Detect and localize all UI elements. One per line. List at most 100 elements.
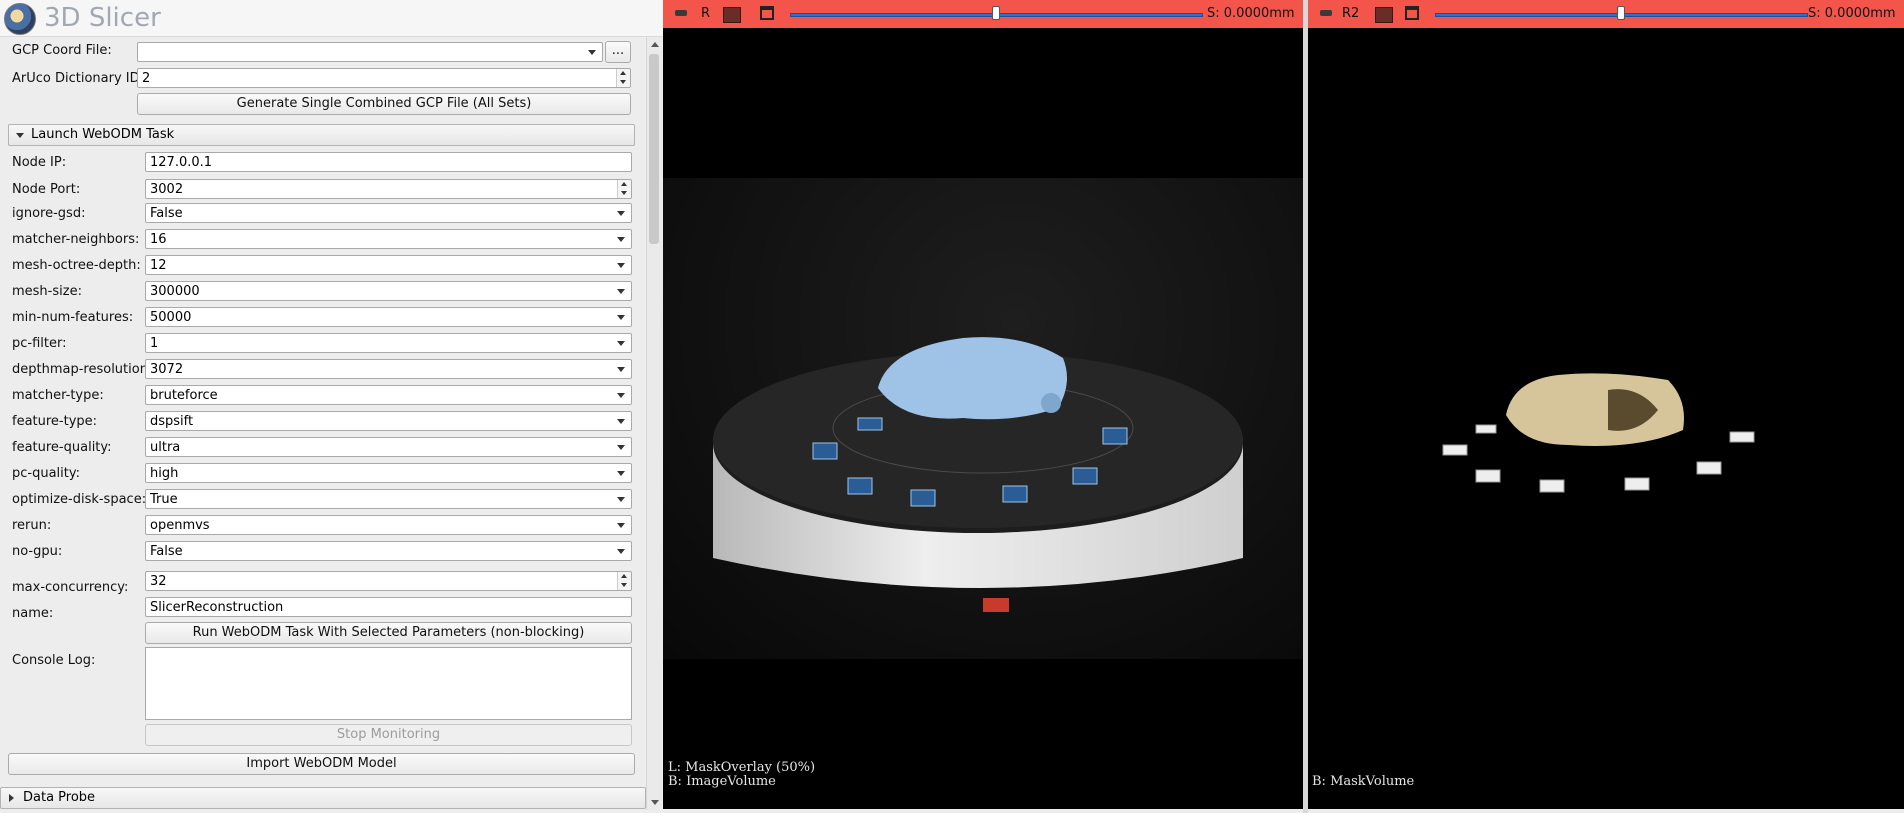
maximize-view-icon[interactable] [760, 6, 774, 20]
chevron-down-icon [617, 211, 625, 216]
link-icon[interactable] [723, 7, 741, 23]
param-combo[interactable]: 3072 [145, 359, 632, 379]
slice-view-name: R2 [1342, 6, 1360, 21]
scroll-down-icon[interactable] [651, 800, 659, 805]
chevron-down-icon [617, 497, 625, 502]
param-combo[interactable]: high [145, 463, 632, 483]
pin-icon[interactable] [1320, 10, 1332, 16]
import-webodm-model-button[interactable]: Import WebODM Model [8, 753, 635, 775]
param-value: 1 [150, 336, 159, 351]
slice-view-r2[interactable]: R2 S: 0.0000mm B: MaskVolume [1308, 0, 1904, 809]
node-port-label: Node Port: [12, 182, 81, 197]
pin-icon[interactable] [675, 10, 687, 16]
param-combo[interactable]: bruteforce [145, 385, 632, 405]
chevron-down-icon [617, 237, 625, 242]
slice-view-name: R [701, 6, 711, 21]
aruco-dictionary-label: ArUco Dictionary ID: [12, 71, 145, 86]
node-port-spinbox[interactable]: 3002 [145, 179, 632, 199]
slice-offset-slider-handle[interactable] [1616, 6, 1625, 20]
chevron-down-icon [617, 393, 625, 398]
slice-controller-bar-r2: R2 S: 0.0000mm [1308, 0, 1904, 28]
node-port-value: 3002 [150, 182, 184, 197]
stop-monitoring-button[interactable]: Stop Monitoring [145, 724, 632, 746]
gcp-coord-file-combo[interactable] [137, 42, 603, 62]
scroll-up-icon[interactable] [651, 42, 659, 47]
max-concurrency-label: max-concurrency: [12, 580, 129, 595]
max-concurrency-value: 32 [150, 574, 167, 589]
run-webodm-task-button[interactable]: Run WebODM Task With Selected Parameters… [145, 622, 632, 644]
chevron-down-icon [617, 367, 625, 372]
link-icon[interactable] [1375, 7, 1393, 23]
launch-webodm-section-header[interactable]: Launch WebODM Task [8, 124, 635, 146]
name-input[interactable]: SlicerReconstruction [145, 597, 632, 617]
generate-gcp-button[interactable]: Generate Single Combined GCP File (All S… [137, 93, 631, 115]
slice-offset-value: S: 0.0000mm [1207, 6, 1295, 21]
param-label: pc-filter: [12, 336, 67, 351]
console-log-textarea[interactable] [145, 647, 632, 720]
param-value: 300000 [150, 284, 200, 299]
param-value: 12 [150, 258, 167, 273]
param-combo[interactable]: openmvs [145, 515, 632, 535]
chevron-down-icon [617, 419, 625, 424]
browse-button[interactable]: ... [605, 41, 631, 63]
aruco-dictionary-value: 2 [142, 71, 151, 86]
module-scrollbar[interactable] [646, 37, 662, 810]
param-label: optimize-disk-space: [12, 492, 147, 507]
param-value: False [150, 206, 183, 221]
app-header: 3D Slicer [0, 0, 663, 37]
data-probe-section-header[interactable]: Data Probe [0, 787, 646, 809]
param-label: matcher-neighbors: [12, 232, 140, 247]
param-combo[interactable]: 1 [145, 333, 632, 353]
chevron-down-icon [617, 523, 625, 528]
param-label: rerun: [12, 518, 52, 533]
data-probe-bar: Data Probe [0, 786, 646, 810]
param-label: feature-quality: [12, 440, 112, 455]
app-title: 3D Slicer [44, 3, 161, 33]
param-value: bruteforce [150, 388, 218, 403]
slice-view-r[interactable]: R S: 0.0000mm L: MaskOverlay (50%) B: Im… [663, 0, 1303, 809]
spin-buttons-icon[interactable] [617, 572, 631, 590]
param-combo[interactable]: 300000 [145, 281, 632, 301]
param-label: matcher-type: [12, 388, 104, 403]
param-combo[interactable]: True [145, 489, 632, 509]
name-label: name: [12, 606, 54, 621]
slice-image [663, 178, 1303, 659]
chevron-down-icon [617, 445, 625, 450]
collapse-arrow-icon [16, 133, 24, 138]
param-value: dspsift [150, 414, 194, 429]
param-combo[interactable]: 50000 [145, 307, 632, 327]
layer-label-background: B: MaskVolume [1312, 774, 1415, 789]
param-combo[interactable]: dspsift [145, 411, 632, 431]
param-combo[interactable]: False [145, 203, 632, 223]
node-ip-input[interactable]: 127.0.0.1 [145, 152, 632, 172]
param-value: openmvs [150, 518, 210, 533]
param-combo[interactable]: False [145, 541, 632, 561]
param-label: min-num-features: [12, 310, 134, 325]
param-label: mesh-size: [12, 284, 82, 299]
spin-buttons-icon[interactable] [617, 180, 631, 198]
section-title: Launch WebODM Task [31, 127, 175, 142]
param-combo[interactable]: 16 [145, 229, 632, 249]
slice-offset-slider-handle[interactable] [991, 6, 1000, 20]
maximize-view-icon[interactable] [1405, 6, 1419, 20]
scrollbar-thumb[interactable] [649, 54, 659, 244]
console-log-label: Console Log: [12, 653, 96, 668]
module-content: GCP Coord File: ... ArUco Dictionary ID:… [0, 37, 646, 810]
param-label: feature-type: [12, 414, 98, 429]
spin-buttons-icon[interactable] [616, 69, 630, 87]
chevron-down-icon [617, 341, 625, 346]
param-label: no-gpu: [12, 544, 63, 559]
param-combo[interactable]: 12 [145, 255, 632, 275]
param-combo[interactable]: ultra [145, 437, 632, 457]
param-value: False [150, 544, 183, 559]
param-value: high [150, 466, 179, 481]
max-concurrency-spinbox[interactable]: 32 [145, 571, 632, 591]
gcp-coord-file-label: GCP Coord File: [12, 43, 112, 58]
aruco-dictionary-spinbox[interactable]: 2 [137, 68, 631, 88]
module-panel: 3D Slicer GCP Coord File: ... ArUco Dict… [0, 0, 663, 813]
param-label: pc-quality: [12, 466, 80, 481]
param-label: mesh-octree-depth: [12, 258, 141, 273]
turntable-photo [713, 337, 1243, 612]
data-probe-title: Data Probe [23, 790, 96, 805]
node-ip-label: Node IP: [12, 155, 67, 170]
